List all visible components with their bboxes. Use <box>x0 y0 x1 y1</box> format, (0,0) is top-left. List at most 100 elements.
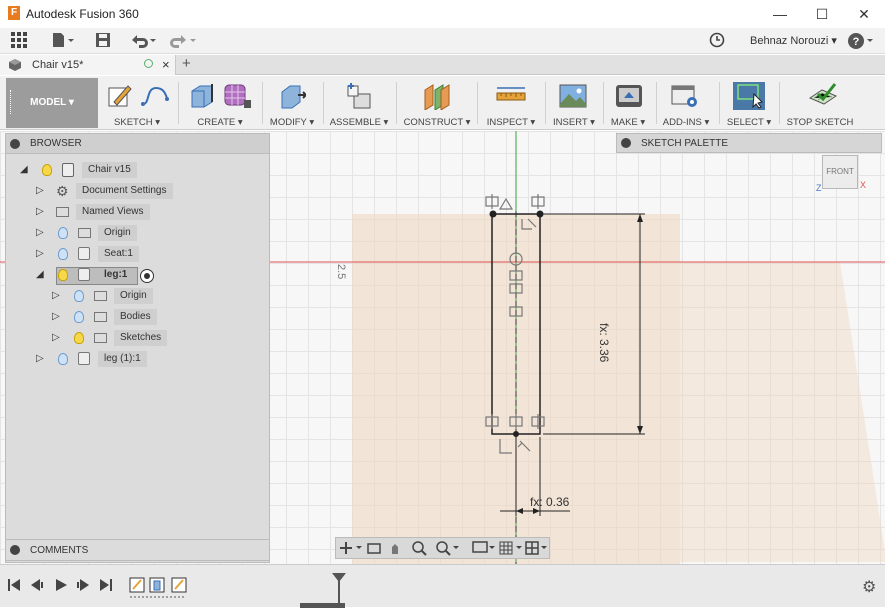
form-icon[interactable] <box>222 82 251 110</box>
minimize-button[interactable]: — <box>759 0 801 28</box>
sketch-group[interactable]: SKETCH ▾ <box>104 76 170 130</box>
make-group[interactable]: MAKE ▾ <box>606 76 650 130</box>
help-icon[interactable]: ? <box>846 32 876 50</box>
expand-comments-icon[interactable] <box>10 545 20 555</box>
file-icon[interactable] <box>50 32 76 50</box>
origin[interactable]: Origin <box>98 225 137 241</box>
grid-settings-icon[interactable] <box>498 538 524 558</box>
step-back-button[interactable] <box>28 577 44 593</box>
visibility-bulb-icon[interactable] <box>74 290 84 302</box>
go-to-end-button[interactable] <box>96 577 112 593</box>
timeline-scrollbar[interactable] <box>300 603 345 608</box>
orbit-icon[interactable] <box>336 538 366 558</box>
inspect-group[interactable]: INSPECT ▾ <box>482 76 540 130</box>
view-cube[interactable]: FRONT <box>822 155 858 189</box>
assemble-group[interactable]: ASSEMBLE ▾ <box>328 76 390 130</box>
visibility-bulb-icon[interactable] <box>58 248 68 260</box>
leg-component[interactable]: leg:1 <box>98 267 133 283</box>
leg-bodies[interactable]: Bodies <box>114 309 157 325</box>
3d-print-icon[interactable] <box>614 82 642 110</box>
stop-sketch-icon[interactable] <box>808 82 838 110</box>
inspect-menu-label[interactable]: INSPECT ▾ <box>482 117 540 128</box>
timeline-settings-icon[interactable]: ⚙ <box>862 577 876 597</box>
browser-header[interactable]: BROWSER <box>6 134 269 154</box>
width-dimension[interactable]: fx: 0.36 <box>530 495 569 509</box>
close-tab-button[interactable]: × <box>162 57 170 72</box>
clock-icon[interactable] <box>706 32 728 50</box>
look-at-icon[interactable] <box>366 538 384 558</box>
expand-icon[interactable]: ▷ <box>36 206 44 217</box>
insert-group[interactable]: INSERT ▾ <box>550 76 598 130</box>
visibility-bulb-icon[interactable] <box>74 311 84 323</box>
modify-menu-label[interactable]: MODIFY ▾ <box>266 117 318 128</box>
select-cursor-icon[interactable] <box>735 82 763 110</box>
leg-sketches[interactable]: Sketches <box>114 330 168 346</box>
display-settings-icon[interactable] <box>470 538 496 558</box>
create-group[interactable]: CREATE ▾ <box>184 76 256 130</box>
new-tab-button[interactable]: + <box>182 55 191 72</box>
close-button[interactable]: ✕ <box>843 0 885 28</box>
modify-group[interactable]: MODIFY ▾ <box>266 76 318 130</box>
workspace-switcher[interactable]: MODEL ▾ <box>6 78 98 128</box>
stop-sketch-group[interactable]: STOP SKETCH <box>784 76 856 130</box>
comments-panel[interactable]: COMMENTS <box>5 539 270 561</box>
sketch-menu-label[interactable]: SKETCH ▾ <box>104 117 170 128</box>
expand-icon[interactable]: ▷ <box>36 353 44 364</box>
maximize-button[interactable]: ☐ <box>801 0 843 28</box>
visibility-bulb-icon[interactable] <box>74 332 84 344</box>
save-icon[interactable] <box>92 32 114 50</box>
expand-icon[interactable]: ▷ <box>52 332 60 343</box>
expand-icon[interactable]: ▷ <box>52 290 60 301</box>
pan-icon[interactable] <box>386 538 406 558</box>
add-ins-menu-label[interactable]: ADD-INS ▾ <box>658 117 714 128</box>
offset-plane-icon[interactable] <box>422 82 450 111</box>
visibility-bulb-icon[interactable] <box>58 353 68 365</box>
activate-radio-icon[interactable] <box>140 269 154 283</box>
browser-root[interactable]: Chair v15 <box>82 162 137 178</box>
create-sketch-icon[interactable] <box>106 82 134 110</box>
view-cube-face[interactable]: FRONT <box>826 167 854 176</box>
step-forward-button[interactable] <box>74 577 90 593</box>
expand-icon[interactable]: ▷ <box>36 227 44 238</box>
timeline-sketch-feature[interactable] <box>130 578 144 592</box>
leg-origin[interactable]: Origin <box>114 288 153 304</box>
timeline-marker[interactable] <box>330 571 348 605</box>
expand-icon[interactable]: ▷ <box>36 185 44 196</box>
document-settings[interactable]: Document Settings <box>76 183 173 199</box>
undo-icon[interactable] <box>128 32 158 50</box>
create-menu-label[interactable]: CREATE ▾ <box>184 117 256 128</box>
height-dimension[interactable]: fx: 3.36 <box>597 323 611 362</box>
collapse-root-icon[interactable]: ◢ <box>20 164 28 175</box>
select-menu-label[interactable]: SELECT ▾ <box>724 117 774 128</box>
insert-image-icon[interactable] <box>558 82 587 110</box>
construct-menu-label[interactable]: CONSTRUCT ▾ <box>402 117 472 128</box>
assemble-menu-label[interactable]: ASSEMBLE ▾ <box>328 117 390 128</box>
grid-icon[interactable] <box>8 32 30 50</box>
expand-icon[interactable]: ▷ <box>52 311 60 322</box>
sketch-palette[interactable]: SKETCH PALETTE <box>616 133 882 153</box>
visibility-bulb-icon[interactable] <box>42 164 52 176</box>
timeline-extrude-feature[interactable] <box>150 578 164 592</box>
viewports-icon[interactable] <box>524 538 549 558</box>
select-group[interactable]: SELECT ▾ <box>724 76 774 130</box>
add-ins-group[interactable]: ADD-INS ▾ <box>658 76 714 130</box>
redo-icon[interactable] <box>168 32 198 50</box>
named-views[interactable]: Named Views <box>76 204 150 220</box>
make-menu-label[interactable]: MAKE ▾ <box>606 117 650 128</box>
timeline-sketch-feature-2[interactable] <box>172 578 186 592</box>
construct-group[interactable]: CONSTRUCT ▾ <box>402 76 472 130</box>
go-to-start-button[interactable] <box>6 577 22 593</box>
visibility-bulb-icon[interactable] <box>58 227 68 239</box>
stop-sketch-label[interactable]: STOP SKETCH <box>784 117 856 128</box>
press-pull-icon[interactable] <box>278 82 308 110</box>
extrude-icon[interactable] <box>188 82 216 110</box>
user-menu[interactable]: Behnaz Norouzi ▾ <box>750 34 837 47</box>
visibility-bulb-icon[interactable] <box>58 269 68 281</box>
fit-icon[interactable] <box>434 538 462 558</box>
expand-icon[interactable]: ▷ <box>36 248 44 259</box>
scripts-icon[interactable] <box>670 82 698 110</box>
spline-icon[interactable] <box>140 82 169 110</box>
new-component-icon[interactable] <box>344 82 372 110</box>
collapse-icon[interactable] <box>10 139 20 149</box>
leg-1-component[interactable]: leg (1):1 <box>98 351 147 367</box>
